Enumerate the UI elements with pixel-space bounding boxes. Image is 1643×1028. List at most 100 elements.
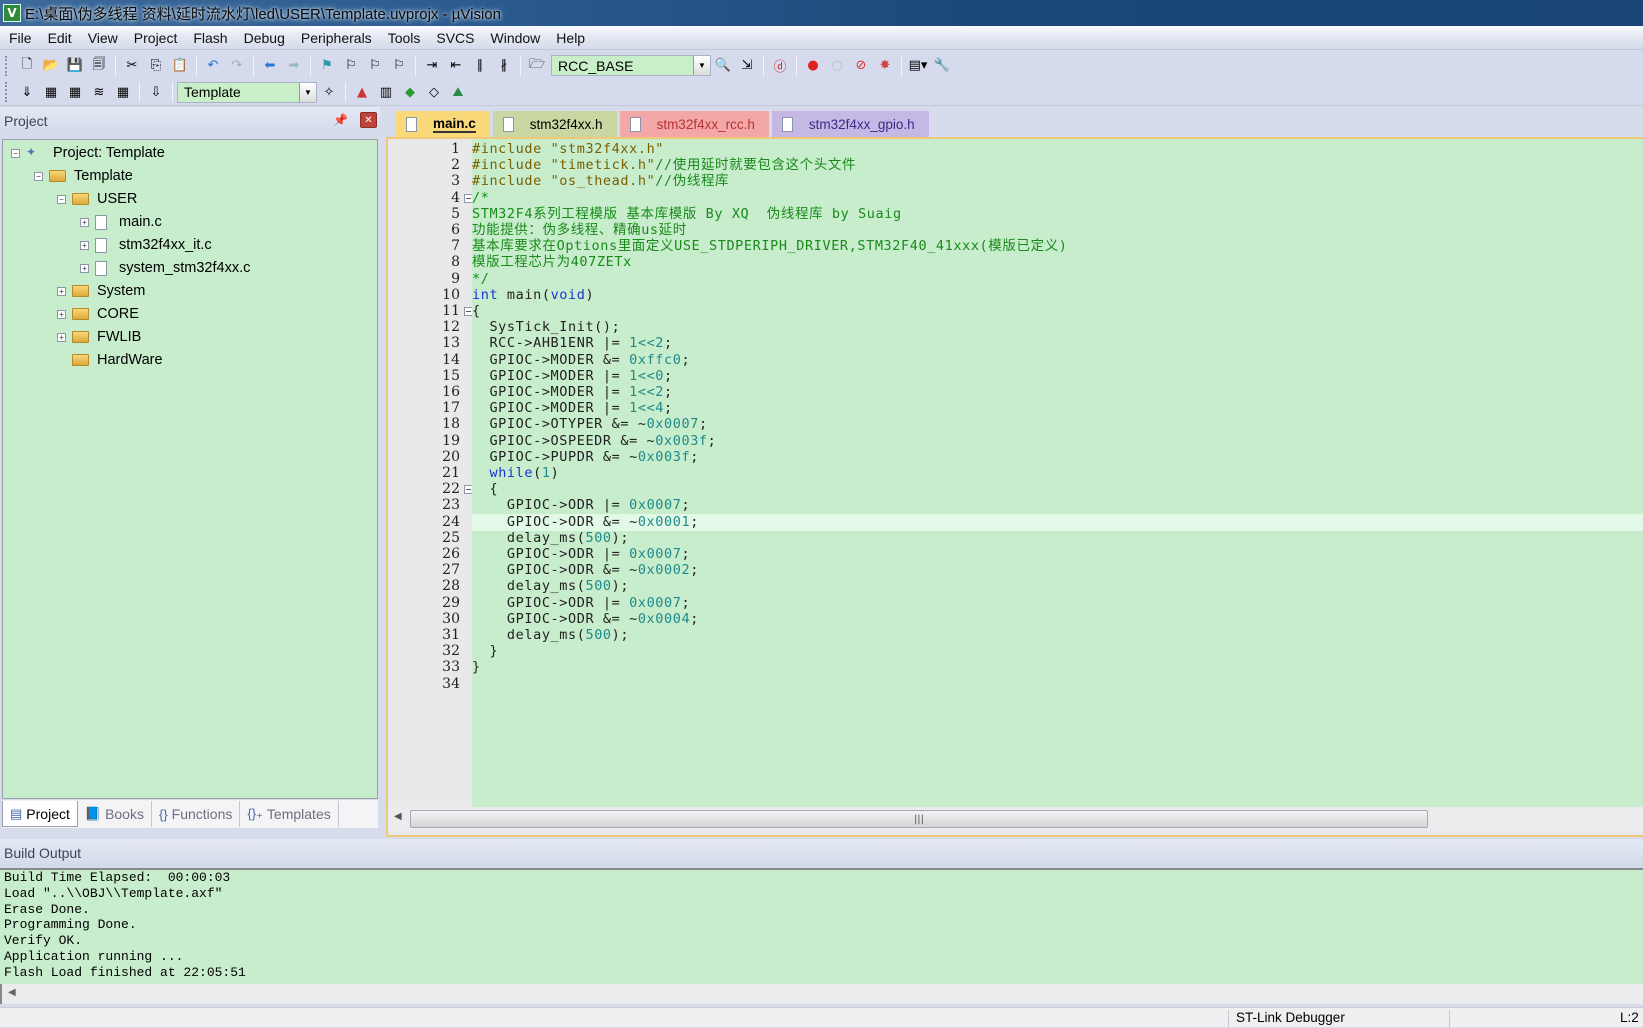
- code-line[interactable]: GPIOC->ODR &= ~0x0002;: [472, 562, 1643, 579]
- rebuild-icon[interactable]: ▦: [64, 81, 86, 103]
- tree-node-folder[interactable]: + CORE: [57, 303, 139, 325]
- menu-file[interactable]: File: [0, 30, 39, 46]
- target-options-icon[interactable]: ✧: [318, 81, 340, 103]
- uncomment-icon[interactable]: ∦: [493, 55, 515, 77]
- menu-flash[interactable]: Flash: [184, 30, 234, 46]
- code-line[interactable]: RCC->AHB1ENR |= 1<<2;: [472, 335, 1643, 352]
- tree-node-target[interactable]: − Template: [34, 165, 133, 187]
- code-line[interactable]: GPIOC->MODER |= 1<<0;: [472, 368, 1643, 385]
- scroll-thumb[interactable]: |||: [410, 810, 1428, 828]
- toolbar-grip[interactable]: [5, 82, 9, 102]
- code-line[interactable]: while(1): [472, 465, 1643, 482]
- tree-node-file[interactable]: + stm32f4xx_it.c: [80, 234, 212, 256]
- collapse-icon[interactable]: −: [34, 171, 43, 181]
- code-line[interactable]: {: [472, 481, 1643, 498]
- code-line[interactable]: GPIOC->MODER |= 1<<2;: [472, 384, 1643, 401]
- code-line[interactable]: GPIOC->ODR &= ~0x0004;: [472, 611, 1643, 628]
- nav-forward-icon[interactable]: ➡: [283, 55, 305, 77]
- code-line[interactable]: GPIOC->ODR |= 0x0007;: [472, 595, 1643, 612]
- disable-breakpoint-icon[interactable]: ○: [826, 55, 848, 77]
- tree-node-folder[interactable]: + System: [57, 280, 145, 302]
- comment-icon[interactable]: ∥: [469, 55, 491, 77]
- open-file-icon[interactable]: 📂: [40, 55, 62, 77]
- build-output-scrollbar[interactable]: ◀: [0, 984, 1643, 1004]
- expand-icon[interactable]: +: [57, 286, 66, 296]
- scroll-left-icon[interactable]: ◀: [394, 811, 402, 822]
- expand-icon[interactable]: +: [57, 309, 66, 319]
- code-line[interactable]: GPIOC->MODER |= 1<<4;: [472, 400, 1643, 417]
- tab-books[interactable]: 📘 Books: [78, 801, 152, 827]
- window-layout-icon[interactable]: ▤▾: [907, 55, 929, 77]
- code-view[interactable]: #include "stm32f4xx.h" #include "timetick…: [472, 139, 1643, 807]
- paste-icon[interactable]: 📋: [169, 55, 191, 77]
- code-line[interactable]: #include "os_thead.h"//伪线程库: [472, 173, 1643, 190]
- save-icon[interactable]: 💾: [64, 55, 86, 77]
- code-line[interactable]: int main(void): [472, 287, 1643, 304]
- code-line[interactable]: #include "stm32f4xx.h": [472, 141, 1643, 158]
- tab-templates[interactable]: {}₊ Templates: [240, 801, 339, 827]
- editor-tab-stm32f4xx-gpio-h[interactable]: stm32f4xx_gpio.h: [771, 111, 929, 137]
- save-all-icon[interactable]: 🗐: [88, 55, 110, 77]
- build-output-text[interactable]: Build Time Elapsed: 00:00:03 Load "..\\OB…: [0, 868, 1643, 984]
- batch-build-icon[interactable]: ≋: [88, 81, 110, 103]
- code-line[interactable]: 基本库要求在Options里面定义USE_STDPERIPH_DRIVER,ST…: [472, 238, 1643, 255]
- menu-view[interactable]: View: [79, 30, 125, 46]
- code-line[interactable]: delay_ms(500);: [472, 627, 1643, 644]
- manage-components-icon[interactable]: ▲: [351, 81, 373, 103]
- menu-edit[interactable]: Edit: [39, 30, 79, 46]
- translate-icon[interactable]: ⇓: [16, 81, 38, 103]
- code-line[interactable]: }: [472, 643, 1643, 660]
- pin-icon[interactable]: 📌: [333, 113, 348, 127]
- menu-tools[interactable]: Tools: [379, 30, 428, 46]
- code-line[interactable]: */: [472, 271, 1643, 288]
- incremental-find-icon[interactable]: ⇲: [736, 55, 758, 77]
- kill-breakpoints-icon[interactable]: ⊘: [850, 55, 872, 77]
- new-file-icon[interactable]: 🗋: [16, 55, 38, 77]
- event-recorder-icon[interactable]: ◇: [423, 81, 445, 103]
- menu-peripherals[interactable]: Peripherals: [292, 30, 379, 46]
- code-line[interactable]: SysTick_Init();: [472, 319, 1643, 336]
- redo-icon[interactable]: ↷: [226, 55, 248, 77]
- prev-bookmark-icon[interactable]: ⚐: [340, 55, 362, 77]
- tab-project[interactable]: ▤ Project: [2, 801, 78, 827]
- expand-icon[interactable]: +: [57, 332, 66, 342]
- code-line[interactable]: #include "timetick.h"//使用延时就要包含这个头文件: [472, 157, 1643, 174]
- tree-node-file[interactable]: + main.c: [80, 211, 162, 233]
- collapse-icon[interactable]: −: [11, 148, 20, 158]
- code-line[interactable]: STM32F4系列工程模版 基本库模版 By XQ 伪线程库 by Suaig: [472, 206, 1643, 223]
- tree-node-folder[interactable]: + FWLIB: [57, 326, 141, 348]
- tree-node-project[interactable]: − ✦ Project: Template: [11, 142, 165, 164]
- menu-window[interactable]: Window: [482, 30, 548, 46]
- code-line[interactable]: GPIOC->PUPDR &= ~0x003f;: [472, 449, 1643, 466]
- code-line[interactable]: GPIOC->MODER &= 0xffc0;: [472, 352, 1643, 369]
- editor-tab-main-c[interactable]: main.c: [396, 111, 490, 137]
- debug-session-icon[interactable]: ⓓ: [769, 55, 791, 77]
- collapse-icon[interactable]: −: [57, 194, 66, 204]
- horizontal-scrollbar[interactable]: ◀ |||: [388, 807, 1643, 831]
- rte-icon[interactable]: ⛰: [447, 81, 469, 103]
- code-line[interactable]: GPIOC->ODR &= ~0x0001;: [472, 513, 1643, 531]
- tree-node-file[interactable]: + system_stm32f4xx.c: [80, 257, 250, 279]
- editor-tab-stm32f4xx-rcc-h[interactable]: stm32f4xx_rcc.h: [619, 111, 769, 137]
- breakpoint-icon[interactable]: ●: [802, 55, 824, 77]
- code-line[interactable]: }: [472, 659, 1643, 676]
- cut-icon[interactable]: ✂: [121, 55, 143, 77]
- menu-project[interactable]: Project: [125, 30, 185, 46]
- find-combo[interactable]: RCC_BASE ▼: [551, 55, 711, 76]
- code-line[interactable]: GPIOC->OSPEEDR &= ~0x003f;: [472, 433, 1643, 450]
- pack-installer-icon[interactable]: ◆: [399, 81, 421, 103]
- undo-icon[interactable]: ↶: [202, 55, 224, 77]
- find-in-files-icon[interactable]: 🔍: [712, 55, 734, 77]
- find-icon[interactable]: 🗁: [526, 55, 548, 77]
- dropdown-arrow-icon[interactable]: ▼: [693, 56, 710, 75]
- menu-help[interactable]: Help: [547, 30, 592, 46]
- code-line[interactable]: delay_ms(500);: [472, 578, 1643, 595]
- code-line[interactable]: 功能提供：伪多线程、精确us延时: [472, 222, 1643, 239]
- next-bookmark-icon[interactable]: ⚐: [364, 55, 386, 77]
- load-icon[interactable]: ⇩: [145, 81, 167, 103]
- tree-node-folder-open[interactable]: − USER: [57, 188, 137, 210]
- build-icon[interactable]: ▦: [40, 81, 62, 103]
- kill-all-breakpoints-icon[interactable]: ✸: [874, 55, 896, 77]
- bookmark-icon[interactable]: ⚑: [316, 55, 338, 77]
- code-line[interactable]: 模版工程芯片为407ZETx: [472, 254, 1643, 271]
